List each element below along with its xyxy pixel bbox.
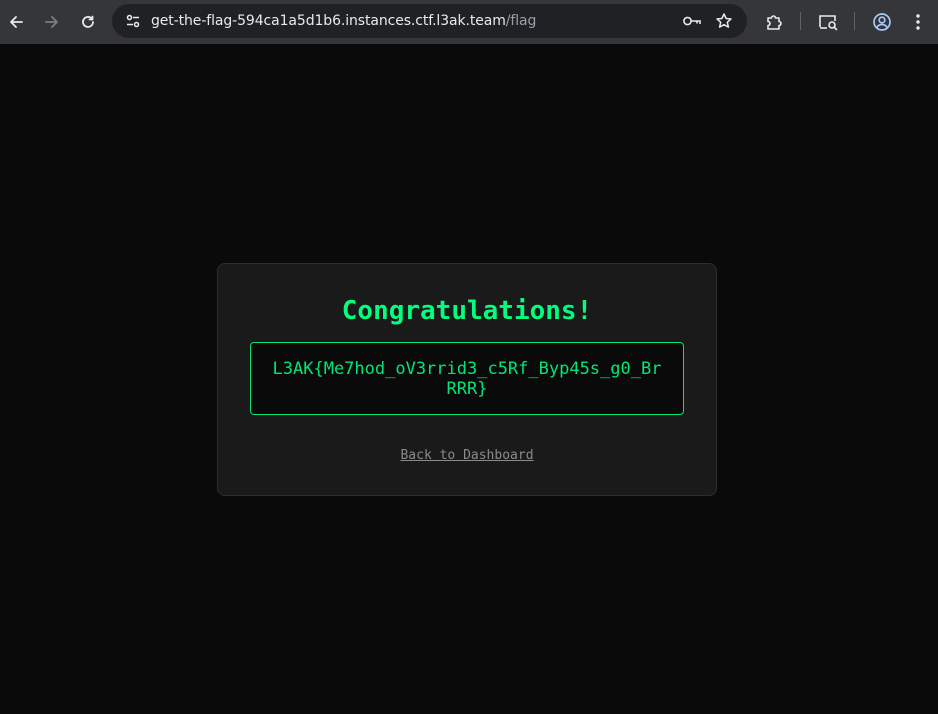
- flag-text: L3AK{Me7hod_oV3rrid3_c5Rf_Byp45s_g0_BrRR…: [272, 358, 662, 399]
- cast-search-icon[interactable]: [812, 6, 844, 38]
- puzzle-icon[interactable]: [758, 6, 790, 38]
- url-text[interactable]: get-the-flag-594ca1a5d1b6.instances.ctf.…: [151, 12, 536, 30]
- profile-icon[interactable]: [866, 6, 898, 38]
- kebab-menu-icon[interactable]: [902, 6, 934, 38]
- star-icon[interactable]: [709, 6, 739, 36]
- back-to-dashboard-link[interactable]: Back to Dashboard: [218, 447, 716, 465]
- url-host: get-the-flag-594ca1a5d1b6.instances.ctf.…: [151, 13, 506, 29]
- forward-arrow-icon[interactable]: [36, 6, 68, 38]
- toolbar-divider: [854, 12, 855, 30]
- page-content: Congratulations! L3AK{Me7hod_oV3rrid3_c5…: [0, 44, 938, 714]
- tune-icon[interactable]: [118, 6, 148, 36]
- browser-toolbar: get-the-flag-594ca1a5d1b6.instances.ctf.…: [0, 0, 938, 44]
- flag-card: Congratulations! L3AK{Me7hod_oV3rrid3_c5…: [217, 263, 717, 496]
- reload-icon[interactable]: [72, 6, 104, 38]
- toolbar-divider: [800, 12, 801, 30]
- url-path: /flag: [505, 13, 537, 29]
- page-title: Congratulations!: [341, 296, 593, 326]
- key-icon[interactable]: [677, 6, 707, 36]
- flag-box: L3AK{Me7hod_oV3rrid3_c5Rf_Byp45s_g0_BrRR…: [250, 342, 684, 415]
- back-arrow-icon[interactable]: [0, 6, 32, 38]
- address-bar[interactable]: get-the-flag-594ca1a5d1b6.instances.ctf.…: [112, 4, 747, 38]
